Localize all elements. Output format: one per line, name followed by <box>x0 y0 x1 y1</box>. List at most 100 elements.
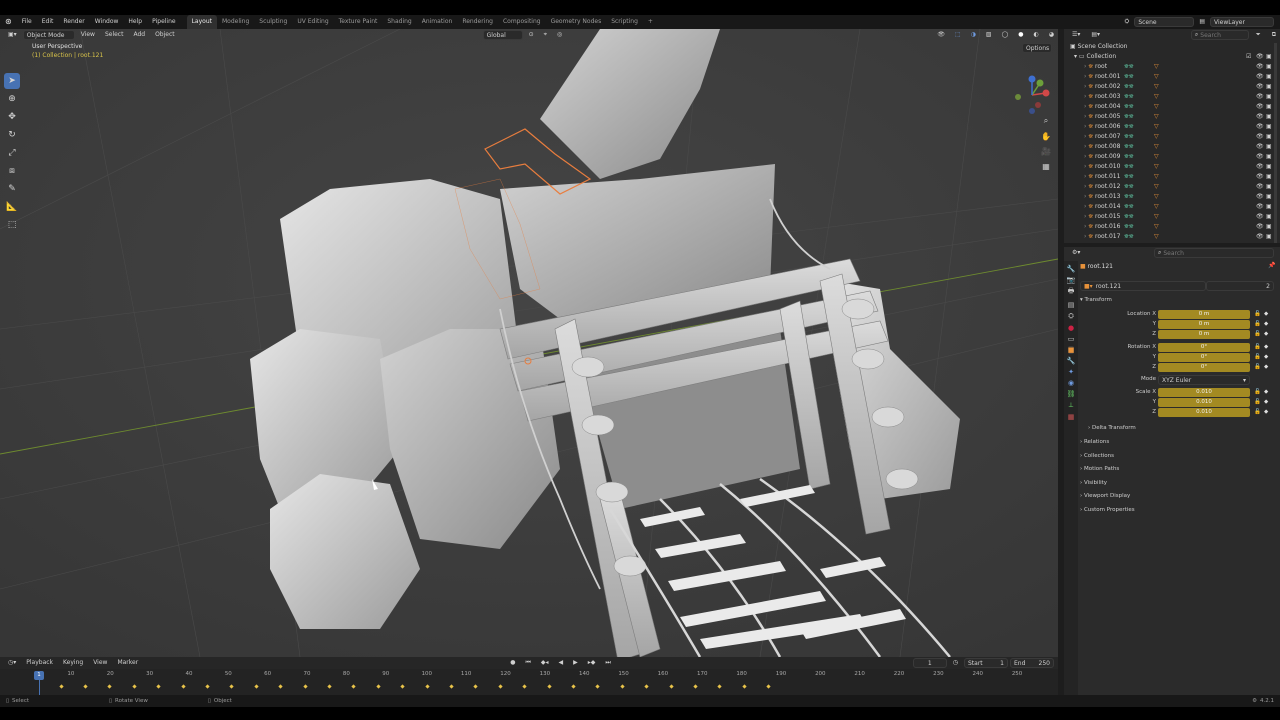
outliner-row[interactable]: › ⛯ root.004 ⛯⛯ ▽ 👁 ▣ <box>1064 102 1280 112</box>
blender-logo-icon[interactable]: ⊛ <box>0 15 17 29</box>
visibility-icon[interactable]: 👁 <box>1256 142 1264 152</box>
jump-start-icon[interactable]: ⏮ <box>521 658 534 668</box>
outliner-row[interactable]: › ⛯ root.006 ⛯⛯ ▽ 👁 ▣ <box>1064 122 1280 132</box>
measure-tool-icon[interactable]: 📐 <box>4 199 20 215</box>
orientation-selector[interactable]: Global <box>482 30 523 40</box>
pin-icon[interactable]: 📌 <box>1268 262 1275 269</box>
location-x-field[interactable]: 0 m <box>1158 310 1250 319</box>
keyframe-marker[interactable] <box>424 684 430 689</box>
outliner-row[interactable]: › ⛯ root.011 ⛯⛯ ▽ 👁 ▣ <box>1064 172 1280 182</box>
menu-playback[interactable]: Playback <box>22 658 57 668</box>
visibility-icon[interactable]: 👁 <box>933 30 949 40</box>
jump-end-icon[interactable]: ⏭ <box>601 658 614 668</box>
keyframe-marker[interactable] <box>229 684 234 689</box>
visibility-icon[interactable]: 👁 <box>1256 122 1264 132</box>
render-visibility-icon[interactable]: ▣ <box>1266 82 1272 92</box>
visibility-icon[interactable]: 👁 <box>1256 92 1264 102</box>
outliner-row[interactable]: › ⛯ root.007 ⛯⛯ ▽ 👁 ▣ <box>1064 132 1280 142</box>
pan-hand-icon[interactable]: ✋ <box>1040 130 1052 142</box>
tab-rendering[interactable]: Rendering <box>457 15 498 29</box>
particles-tab-icon[interactable]: ✦ <box>1068 368 1074 376</box>
collection-tab-icon[interactable]: ▭ <box>1068 335 1075 343</box>
render-visibility-icon[interactable]: ▣ <box>1266 222 1272 232</box>
transform-tool-icon[interactable]: ⧈ <box>4 163 20 179</box>
start-frame-field[interactable]: Start 1 <box>964 658 1008 668</box>
scene-tab-icon[interactable]: ⛭ <box>1068 312 1074 321</box>
view-layer-tab-icon[interactable]: ▤ <box>1068 301 1075 309</box>
keyframe-marker[interactable] <box>449 684 454 689</box>
visibility-icon[interactable]: 👁 <box>1256 152 1264 162</box>
move-tool-icon[interactable]: ✥ <box>4 109 20 125</box>
cursor-tool-icon[interactable]: ⊕ <box>4 91 20 107</box>
visibility-icon[interactable]: 👁 <box>1256 202 1264 212</box>
lock-icon[interactable]: 🔓 <box>1254 408 1261 417</box>
visibility-icon[interactable]: 👁 <box>1256 162 1264 172</box>
render-visibility-icon[interactable]: ▣ <box>1266 202 1272 212</box>
outliner-editor[interactable]: ☰▾ ▤▾ ⌕ Search ⏷ ⧉ ▣ Scene Collection ▾ … <box>1064 29 1280 243</box>
keyframe-marker[interactable] <box>254 684 259 689</box>
menu-marker[interactable]: Marker <box>113 658 142 668</box>
playhead-frame-badge[interactable]: 1 <box>34 671 44 680</box>
gizmo-icon[interactable]: ⬚ <box>951 30 965 40</box>
outliner-row[interactable]: › ⛯ root.012 ⛯⛯ ▽ 👁 ▣ <box>1064 182 1280 192</box>
lock-icon[interactable]: 🔓 <box>1254 363 1261 372</box>
outliner-row[interactable]: › ⛯ root.009 ⛯⛯ ▽ 👁 ▣ <box>1064 152 1280 162</box>
render-tab-icon[interactable]: 📷 <box>1067 276 1076 284</box>
render-visibility-icon[interactable]: ▣ <box>1266 152 1272 162</box>
shading-rendered-icon[interactable]: ◕ <box>1045 30 1058 40</box>
render-visibility-icon[interactable]: ▣ <box>1266 112 1272 122</box>
keyframe-marker[interactable] <box>644 684 649 689</box>
properties-editor-icon[interactable]: ⚙▾ <box>1068 248 1084 258</box>
tab-modeling[interactable]: Modeling <box>217 15 254 29</box>
outliner-row[interactable]: › ⛯ root.001 ⛯⛯ ▽ 👁 ▣ <box>1064 72 1280 82</box>
tab-layout[interactable]: Layout <box>186 15 217 29</box>
keyframe-marker[interactable] <box>351 684 356 689</box>
rotation-z-field[interactable]: 0° <box>1158 363 1250 372</box>
pivot-icon[interactable]: ⊙ <box>525 30 538 40</box>
keyframe-marker[interactable] <box>522 684 527 689</box>
outliner-search-field[interactable]: ⌕ Search <box>1190 30 1249 40</box>
prev-keyframe-icon[interactable]: ◆◂ <box>537 658 553 668</box>
transform-panel-header[interactable]: ▾ Transform <box>1080 295 1112 305</box>
outliner-row[interactable]: › ⛯ root.003 ⛯⛯ ▽ 👁 ▣ <box>1064 92 1280 102</box>
lock-icon[interactable]: 🔓 <box>1254 343 1261 352</box>
zoom-icon[interactable]: ⌕ <box>1040 115 1052 127</box>
visibility-icon[interactable]: 👁 <box>1256 112 1264 122</box>
collection-row[interactable]: ▾ ▭ Collection ☑ 👁 ▣ <box>1064 52 1280 62</box>
world-tab-icon[interactable]: ● <box>1068 324 1074 332</box>
keyframe-marker[interactable] <box>205 684 210 689</box>
navigation-gizmo[interactable] <box>1010 73 1054 117</box>
keyframe-icon[interactable]: ◆ <box>1264 320 1268 329</box>
next-keyframe-icon[interactable]: ▸◆ <box>584 658 600 668</box>
visibility-icon[interactable]: 👁 <box>1256 192 1264 202</box>
location-y-field[interactable]: 0 m <box>1158 320 1250 329</box>
render-visibility-icon[interactable]: ▣ <box>1266 212 1272 222</box>
output-tab-icon[interactable]: 🖶 <box>1068 287 1075 298</box>
keyframe-marker[interactable] <box>180 684 186 689</box>
scale-z-field[interactable]: 0.010 <box>1158 408 1250 417</box>
menu-edit[interactable]: Edit <box>37 15 59 29</box>
scale-x-field[interactable]: 0.010 <box>1158 388 1250 397</box>
render-visibility-icon[interactable]: ▣ <box>1266 182 1272 192</box>
keyframe-marker[interactable] <box>400 684 405 689</box>
autokey-icon[interactable]: ● <box>506 658 519 668</box>
tab-texture-paint[interactable]: Texture Paint <box>334 15 383 29</box>
keyframe-marker[interactable] <box>595 684 600 689</box>
keyframe-marker[interactable] <box>668 684 674 689</box>
visibility-icon[interactable]: 👁 <box>1256 102 1264 112</box>
render-visibility-icon[interactable]: ▣ <box>1266 62 1272 72</box>
keyframe-marker[interactable] <box>742 684 747 689</box>
lock-icon[interactable]: 🔓 <box>1254 353 1261 362</box>
outliner-row[interactable]: › ⛯ root.005 ⛯⛯ ▽ 👁 ▣ <box>1064 112 1280 122</box>
keyframe-marker[interactable] <box>327 684 332 689</box>
render-visibility-icon[interactable]: ▣ <box>1266 132 1272 142</box>
new-collection-icon[interactable]: ⧉ <box>1268 30 1280 40</box>
tab-geometry-nodes[interactable]: Geometry Nodes <box>546 15 607 29</box>
keyframe-marker[interactable] <box>546 684 552 689</box>
keyframe-marker[interactable] <box>132 684 137 689</box>
physics-tab-icon[interactable]: ◉ <box>1068 379 1074 387</box>
visibility-icon[interactable]: 👁 <box>1256 132 1264 142</box>
lock-icon[interactable]: 🔓 <box>1254 330 1261 339</box>
shading-material-icon[interactable]: ◐ <box>1030 30 1043 40</box>
timeline-editor-icon[interactable]: ◷▾ <box>4 658 20 668</box>
